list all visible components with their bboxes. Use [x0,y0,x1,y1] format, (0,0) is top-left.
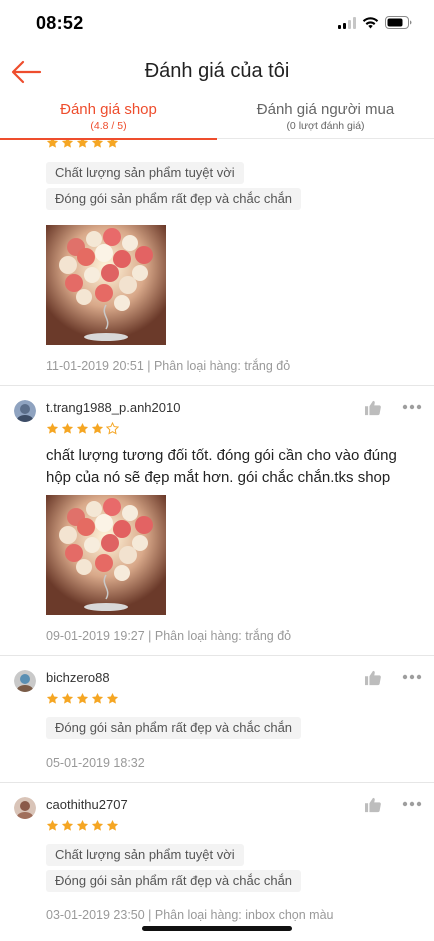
nav-bar: Đánh giá của tôi [0,48,434,96]
more-dots-icon[interactable] [402,674,422,680]
thumbs-up-icon[interactable] [364,797,382,813]
home-indicator [142,926,292,931]
rating-stars [46,140,119,149]
review-item: t.trang1988_p.anh2010 chất lượng tương đ… [0,386,434,656]
thumbs-up-icon[interactable] [364,670,382,686]
star-icon [76,692,89,705]
page-title: Đánh giá của tôi [144,60,290,82]
star-empty-icon [106,422,119,435]
review-username: bichzero88 [46,670,110,685]
review-date: 03-01-2019 23:50 [46,908,145,922]
review-username: caothithu2707 [46,797,128,812]
review-tag: Đóng gói sản phẩm rất đẹp và chắc chắn [46,188,302,210]
star-icon [76,140,89,149]
star-icon [46,692,59,705]
review-username: t.trang1988_p.anh2010 [46,400,181,415]
star-icon [91,692,104,705]
review-tag: Đóng gói sản phẩm rất đẹp và chắc chắn [46,717,302,739]
tab-buyer-reviews-count: (0 lượt đánh giá) [286,120,365,132]
star-icon [61,819,74,832]
rating-stars [46,819,119,832]
review-tag: Đóng gói sản phẩm rất đẹp và chắc chắn [46,870,302,892]
rating-stars [46,422,119,435]
review-item: caothithu2707 Chất lượng sản phẩm tuyệt … [0,783,434,941]
tab-buyer-reviews[interactable]: Đánh giá người mua (0 lượt đánh giá) [217,96,434,139]
star-icon [106,140,119,149]
star-icon [91,819,104,832]
review-list[interactable]: Chất lượng sản phẩm tuyệt vời Đóng gói s… [0,140,434,941]
rating-stars [46,692,119,705]
star-icon [106,819,119,832]
more-dots-icon[interactable] [402,801,422,807]
review-date: 05-01-2019 18:32 [46,756,145,770]
star-icon [61,692,74,705]
cellular-signal-icon [338,16,356,29]
review-variation: | Phân loại hàng: inbox chọn màu [144,908,334,922]
review-variation: | Phân loại hàng: trắng đỏ [144,629,292,643]
star-icon [61,140,74,149]
status-time: 08:52 [36,13,84,33]
tab-shop-reviews[interactable]: Đánh giá shop (4.8 / 5) [0,96,217,140]
tab-shop-reviews-score: (4.8 / 5) [90,120,127,132]
review-text: chất lượng tương đối tốt. đóng gói cần c… [46,447,397,486]
review-item: Chất lượng sản phẩm tuyệt vời Đóng gói s… [0,140,434,386]
star-icon [46,140,59,149]
review-photo[interactable] [46,495,166,615]
review-tag: Chất lượng sản phẩm tuyệt vời [46,162,244,184]
avatar [14,797,36,819]
avatar [14,670,36,692]
tab-bar: Đánh giá shop (4.8 / 5) Đánh giá người m… [0,96,434,140]
thumbs-up-icon[interactable] [364,400,382,416]
star-icon [61,422,74,435]
review-photo[interactable] [46,225,166,345]
review-meta: 11-01-2019 20:51 | Phân loại hàng: trắng… [46,359,290,373]
review-meta: 03-01-2019 23:50 | Phân loại hàng: inbox… [46,908,334,922]
review-item: bichzero88 Đóng gói sản phẩm rất đẹp và … [0,656,434,783]
review-date: 09-01-2019 19:27 [46,629,145,643]
status-bar: 08:52 [0,0,434,48]
star-icon [76,819,89,832]
review-meta: 05-01-2019 18:32 [46,756,145,770]
review-variation: | Phân loại hàng: trắng đỏ [143,359,291,373]
star-icon [91,422,104,435]
review-meta: 09-01-2019 19:27 | Phân loại hàng: trắng… [46,629,291,643]
review-tag: Chất lượng sản phẩm tuyệt vời [46,844,244,866]
star-icon [46,422,59,435]
tab-shop-reviews-label: Đánh giá shop [60,101,157,118]
star-icon [91,140,104,149]
more-dots-icon[interactable] [402,404,422,410]
wifi-icon [362,16,379,28]
star-icon [106,692,119,705]
tab-buyer-reviews-label: Đánh giá người mua [256,101,395,118]
battery-icon [385,16,412,29]
status-icons [338,16,412,29]
star-icon [76,422,89,435]
review-date: 11-01-2019 20:51 [46,359,144,373]
avatar [14,400,36,422]
star-icon [46,819,59,832]
